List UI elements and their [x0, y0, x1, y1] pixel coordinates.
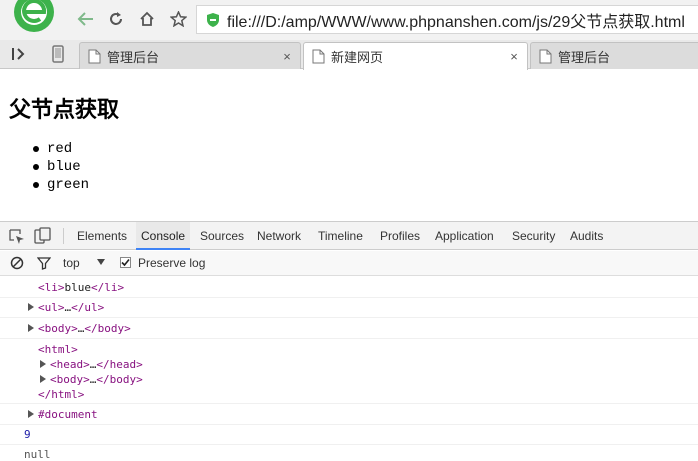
home-button[interactable]	[135, 8, 159, 30]
console-entry[interactable]: <ul>…</ul>	[0, 298, 698, 318]
tab-strip: 管理后台 × 新建网页 × 管理后台	[0, 40, 698, 70]
color-list: red blue green	[33, 140, 89, 194]
console-entry[interactable]: <html> <head>…</head> <body>…</body> </h…	[0, 339, 698, 404]
address-bar[interactable]: file:///D:/amp/WWW/www.phpnanshen.com/js…	[196, 5, 698, 34]
expand-triangle-icon[interactable]	[28, 324, 34, 332]
null-value: null	[24, 448, 51, 461]
bookmark-button[interactable]	[166, 8, 190, 30]
tab-sources[interactable]: Sources	[200, 222, 244, 250]
back-button[interactable]	[74, 8, 98, 30]
sidebar-toggle-icon[interactable]	[10, 46, 28, 62]
page-icon	[88, 49, 101, 63]
expand-triangle-icon[interactable]	[28, 410, 34, 418]
tab-profiles[interactable]: Profiles	[380, 222, 420, 250]
context-selector[interactable]: top	[63, 256, 80, 270]
console-entry[interactable]: <li>blue</li>	[0, 277, 698, 298]
tag-close: </li>	[91, 281, 125, 294]
back-arrow-icon	[77, 12, 93, 26]
page-content: 父节点获取 red blue green	[0, 70, 698, 221]
tab-timeline[interactable]: Timeline	[318, 222, 363, 250]
tag-open: <li>	[38, 281, 65, 294]
tab-network[interactable]: Network	[257, 222, 301, 250]
preserve-log-label: Preserve log	[138, 256, 206, 270]
tab-label: 新建网页	[331, 50, 384, 65]
list-item: red	[33, 140, 89, 158]
expand-triangle-icon[interactable]	[40, 360, 46, 368]
list-item: green	[33, 176, 89, 194]
node-text: blue	[64, 281, 92, 294]
tab-admin-2[interactable]: 管理后台	[530, 42, 698, 69]
tag-close: </body>	[96, 373, 143, 386]
inspect-element-icon[interactable]	[9, 229, 25, 244]
tag-open: <head>	[50, 358, 90, 371]
page-icon	[539, 49, 552, 63]
tag-open: <ul>	[38, 301, 65, 314]
console-entry[interactable]: #document	[0, 404, 698, 425]
browser-toolbar: file:///D:/amp/WWW/www.phpnanshen.com/js…	[0, 0, 698, 40]
console-toolbar: top Preserve log	[0, 251, 698, 276]
tag-close: </head>	[96, 358, 143, 371]
tab-console[interactable]: Console	[136, 222, 191, 250]
clear-console-icon[interactable]	[10, 256, 24, 270]
dropdown-arrow-icon[interactable]	[96, 258, 106, 266]
tab-new-page[interactable]: 新建网页 ×	[303, 42, 528, 70]
divider	[63, 228, 64, 244]
reload-icon	[110, 12, 122, 25]
shield-icon	[207, 12, 219, 27]
tag-close: </html>	[38, 388, 85, 401]
tab-label: 管理后台	[558, 49, 611, 65]
reload-button[interactable]	[104, 8, 128, 30]
tab-elements[interactable]: Elements	[77, 222, 127, 250]
tag-open: <body>	[38, 322, 78, 335]
phone-icon[interactable]	[49, 44, 67, 64]
tab-audits[interactable]: Audits	[570, 222, 603, 250]
checkmark-icon	[121, 258, 130, 267]
number-value: 9	[24, 428, 31, 441]
tab-label: 管理后台	[107, 49, 160, 65]
document-node: #document	[38, 408, 98, 421]
tag-close: </ul>	[71, 301, 105, 314]
console-output: <li>blue</li> <ul>…</ul> <body>…</body> …	[0, 277, 698, 461]
list-item: blue	[33, 158, 89, 176]
page-icon	[312, 49, 325, 64]
close-icon[interactable]: ×	[280, 49, 294, 64]
device-toolbar-icon[interactable]	[34, 227, 51, 244]
url-text: file:///D:/amp/WWW/www.phpnanshen.com/js…	[227, 13, 685, 31]
preserve-log-checkbox[interactable]	[120, 257, 131, 268]
tag-open: <body>	[50, 373, 90, 386]
tag-close: </body>	[84, 322, 131, 335]
tab-admin-1[interactable]: 管理后台 ×	[79, 42, 301, 69]
console-entry: 9	[0, 425, 698, 445]
page-heading: 父节点获取	[9, 97, 120, 123]
browser-logo-icon[interactable]	[10, 0, 60, 35]
home-icon	[140, 11, 154, 26]
devtools-panel: Elements Console Sources Network Timelin…	[0, 221, 698, 461]
console-entry[interactable]: <body>…</body>	[0, 318, 698, 339]
tab-security[interactable]: Security	[512, 222, 555, 250]
expand-triangle-icon[interactable]	[40, 375, 46, 383]
expand-triangle-icon[interactable]	[28, 303, 34, 311]
devtools-tab-bar: Elements Console Sources Network Timelin…	[0, 222, 698, 250]
tab-application[interactable]: Application	[435, 222, 494, 250]
console-entry: null	[0, 445, 698, 461]
close-icon[interactable]: ×	[507, 49, 521, 64]
tag-open: <html>	[38, 343, 78, 356]
filter-icon[interactable]	[36, 256, 52, 270]
star-icon	[169, 11, 187, 27]
